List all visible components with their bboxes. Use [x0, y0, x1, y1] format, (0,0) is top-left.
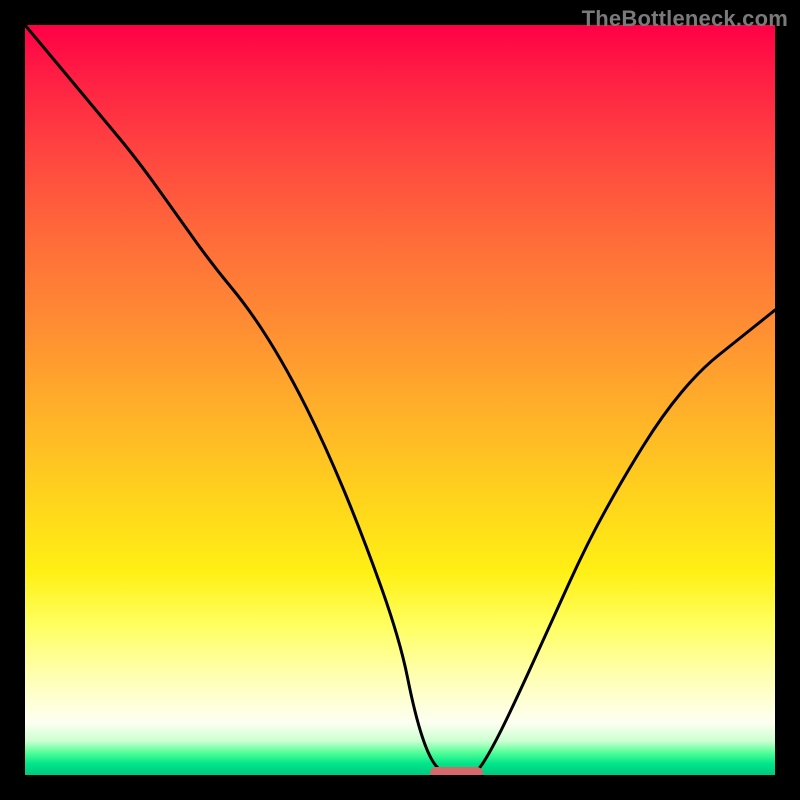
bottleneck-curve-path	[25, 25, 775, 775]
optimal-range-marker	[430, 767, 483, 775]
curve-svg	[25, 25, 775, 775]
plot-area	[25, 25, 775, 775]
chart-frame: TheBottleneck.com	[0, 0, 800, 800]
watermark-text: TheBottleneck.com	[582, 6, 788, 32]
